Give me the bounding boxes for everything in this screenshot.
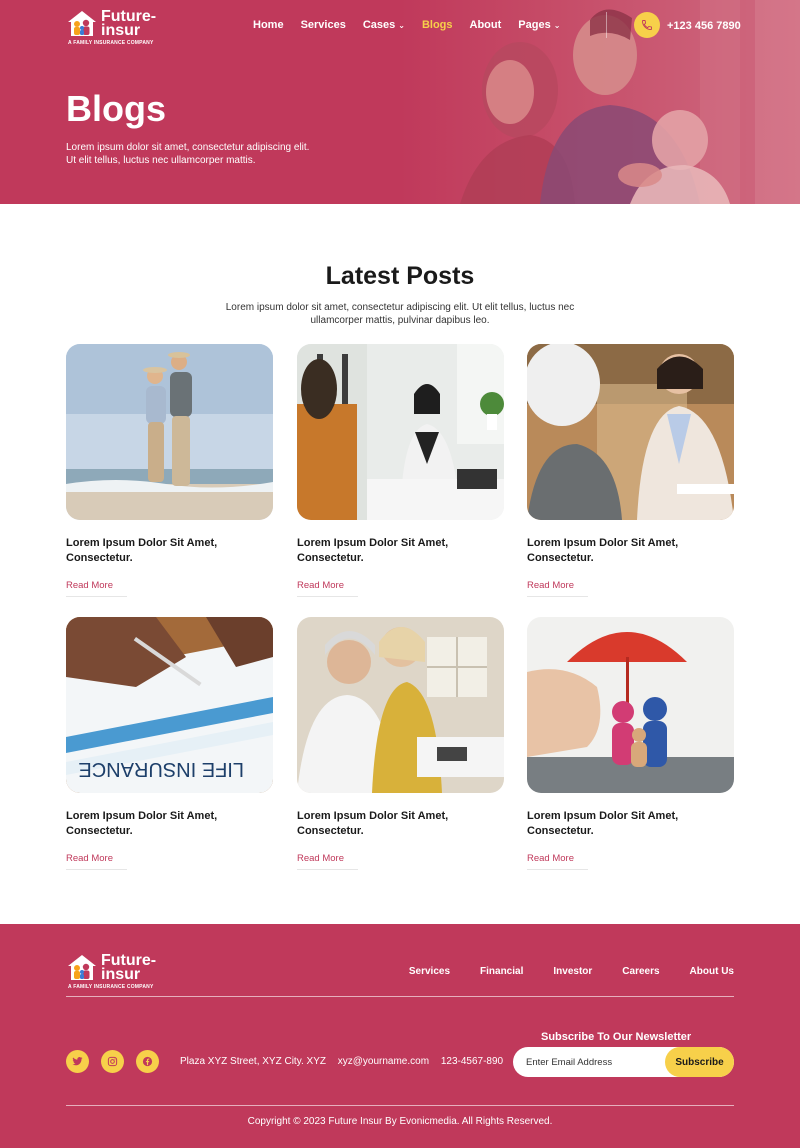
page-title: Blogs: [66, 88, 167, 129]
nav-services-label: Services: [300, 19, 346, 31]
footer-address: Plaza XYZ Street, XYZ City. XYZ: [180, 1056, 326, 1067]
chevron-down-icon: ⌄: [398, 20, 405, 30]
post-card: Lorem Ipsum Dolor Sit Amet, Consectetur.…: [297, 344, 504, 597]
main-nav: Home Services Cases ⌄ Blogs About Pages ⌄: [253, 19, 577, 31]
site-footer: Future- insur A FAMILY INSURANCE COMPANY…: [0, 924, 800, 1148]
footer-phone[interactable]: 123-4567-890: [441, 1056, 503, 1067]
phone-icon: [642, 20, 652, 30]
post-title[interactable]: Lorem Ipsum Dolor Sit Amet, Consectetur.: [527, 536, 717, 566]
post-thumbnail-seniors-paperwork[interactable]: [297, 617, 504, 793]
nav-cases[interactable]: Cases ⌄: [363, 19, 405, 31]
newsletter-form: Subscribe: [513, 1047, 734, 1077]
footer-link-investor[interactable]: Investor: [553, 966, 592, 977]
footer-email[interactable]: xyz@yourname.com: [338, 1056, 429, 1067]
post-thumbnail-office-consultant[interactable]: [297, 344, 504, 520]
nav-divider: [606, 12, 607, 38]
footer-link-about-us[interactable]: About Us: [690, 966, 734, 977]
facebook-button[interactable]: [136, 1050, 159, 1073]
post-title[interactable]: Lorem Ipsum Dolor Sit Amet, Consectetur.: [297, 809, 487, 839]
read-more-link[interactable]: Read More: [297, 853, 358, 870]
house-logo-icon: [68, 11, 96, 36]
post-title-line1: Lorem Ipsum Dolor Sit Amet,: [527, 537, 679, 549]
footer-contact: Plaza XYZ Street, XYZ City. XYZ xyz@your…: [180, 1056, 512, 1067]
subscribe-button[interactable]: Subscribe: [665, 1047, 734, 1077]
post-title-line1: Lorem Ipsum Dolor Sit Amet,: [297, 810, 449, 822]
instagram-icon: [107, 1056, 118, 1067]
post-card: Lorem Ipsum Dolor Sit Amet, Consectetur.…: [527, 617, 734, 870]
brand-name-line2: insur: [101, 22, 141, 39]
footer-link-careers[interactable]: Careers: [622, 966, 659, 977]
brand-name-line2: insur: [101, 966, 141, 983]
hero-subtitle: Lorem ipsum dolor sit amet, consectetur …: [66, 141, 356, 167]
post-title-line2: Consectetur.: [297, 552, 364, 564]
section-subtitle-line1: Lorem ipsum dolor sit amet, consectetur …: [225, 302, 575, 313]
svg-text:LIFE INSURANCE: LIFE INSURANCE: [78, 758, 244, 780]
post-thumbnail-umbrella-family[interactable]: [527, 617, 734, 793]
brand-tagline: A FAMILY INSURANCE COMPANY: [68, 984, 154, 990]
post-title-line2: Consectetur.: [527, 825, 594, 837]
nav-about-label: About: [469, 19, 502, 31]
section-subtitle: Lorem ipsum dolor sit amet, consectetur …: [205, 301, 595, 327]
hero-subtitle-line2: Ut elit tellus, luctus nec ullamcorper m…: [66, 155, 256, 166]
newsletter-email-input[interactable]: [513, 1047, 663, 1077]
chevron-down-icon: ⌄: [553, 20, 561, 30]
facebook-icon: [142, 1056, 153, 1067]
read-more-link[interactable]: Read More: [66, 580, 127, 597]
hero-banner: Future- insur A FAMILY INSURANCE COMPANY…: [0, 0, 800, 204]
footer-link-financial[interactable]: Financial: [480, 966, 523, 977]
copyright-text: Copyright © 2023 Future Insur By Evonicm…: [247, 1116, 553, 1127]
header-phone-number[interactable]: +123 456 7890: [667, 20, 741, 32]
instagram-button[interactable]: [101, 1050, 124, 1073]
phone-button[interactable]: [634, 12, 660, 38]
nav-blogs[interactable]: Blogs: [422, 19, 453, 31]
post-title-line2: Consectetur.: [297, 825, 364, 837]
nav-home[interactable]: Home: [253, 19, 284, 31]
footer-logo[interactable]: Future- insur A FAMILY INSURANCE COMPANY: [66, 953, 156, 990]
post-title[interactable]: Lorem Ipsum Dolor Sit Amet, Consectetur.: [66, 536, 256, 566]
post-title-line1: Lorem Ipsum Dolor Sit Amet,: [297, 537, 449, 549]
newsletter-title: Subscribe To Our Newsletter: [541, 1031, 692, 1043]
read-more-link[interactable]: Read More: [66, 853, 127, 870]
post-card: Lorem Ipsum Dolor Sit Amet, Consectetur.…: [527, 344, 734, 597]
footer-link-services[interactable]: Services: [409, 966, 450, 977]
brand-tagline: A FAMILY INSURANCE COMPANY: [68, 40, 154, 46]
post-title-line2: Consectetur.: [66, 825, 133, 837]
section-title: Latest Posts: [325, 262, 475, 290]
twitter-button[interactable]: [66, 1050, 89, 1073]
read-more-link[interactable]: Read More: [297, 580, 358, 597]
post-card: Lorem Ipsum Dolor Sit Amet, Consectetur.…: [297, 617, 504, 870]
post-thumbnail-life-insurance-form[interactable]: LIFE INSURANCE: [66, 617, 273, 793]
post-title-line1: Lorem Ipsum Dolor Sit Amet,: [66, 537, 218, 549]
footer-nav: Services Financial Investor Careers Abou…: [379, 966, 734, 977]
section-subtitle-line2: ullamcorper mattis, pulvinar dapibus leo…: [310, 315, 490, 326]
post-title[interactable]: Lorem Ipsum Dolor Sit Amet, Consectetur.: [297, 536, 487, 566]
nav-home-label: Home: [253, 19, 284, 31]
nav-services[interactable]: Services: [301, 19, 346, 31]
nav-blogs-label: Blogs: [421, 19, 453, 31]
post-title-line1: Lorem Ipsum Dolor Sit Amet,: [66, 810, 218, 822]
post-card: LIFE INSURANCE Lorem Ipsum Dolor Sit Ame…: [66, 617, 273, 870]
post-thumbnail-couple-beach[interactable]: [66, 344, 273, 520]
hero-subtitle-line1: Lorem ipsum dolor sit amet, consectetur …: [66, 142, 310, 153]
post-title[interactable]: Lorem Ipsum Dolor Sit Amet, Consectetur.: [66, 809, 256, 839]
post-title[interactable]: Lorem Ipsum Dolor Sit Amet, Consectetur.: [527, 809, 717, 839]
nav-cases-label: Cases: [362, 19, 396, 31]
read-more-link[interactable]: Read More: [527, 853, 588, 870]
post-title-line2: Consectetur.: [66, 552, 133, 564]
footer-divider: [66, 996, 734, 997]
header-logo[interactable]: Future- insur A FAMILY INSURANCE COMPANY: [66, 9, 156, 46]
house-logo-icon: [68, 955, 96, 980]
post-title-line2: Consectetur.: [527, 552, 594, 564]
nav-pages[interactable]: Pages ⌄: [518, 19, 560, 31]
read-more-link[interactable]: Read More: [527, 580, 588, 597]
post-card: Lorem Ipsum Dolor Sit Amet, Consectetur.…: [66, 344, 273, 597]
twitter-icon: [72, 1057, 83, 1066]
footer-divider: [66, 1105, 734, 1106]
post-title-line1: Lorem Ipsum Dolor Sit Amet,: [527, 810, 679, 822]
nav-about[interactable]: About: [470, 19, 502, 31]
post-thumbnail-advisor-meeting[interactable]: [527, 344, 734, 520]
nav-pages-label: Pages: [518, 19, 551, 31]
